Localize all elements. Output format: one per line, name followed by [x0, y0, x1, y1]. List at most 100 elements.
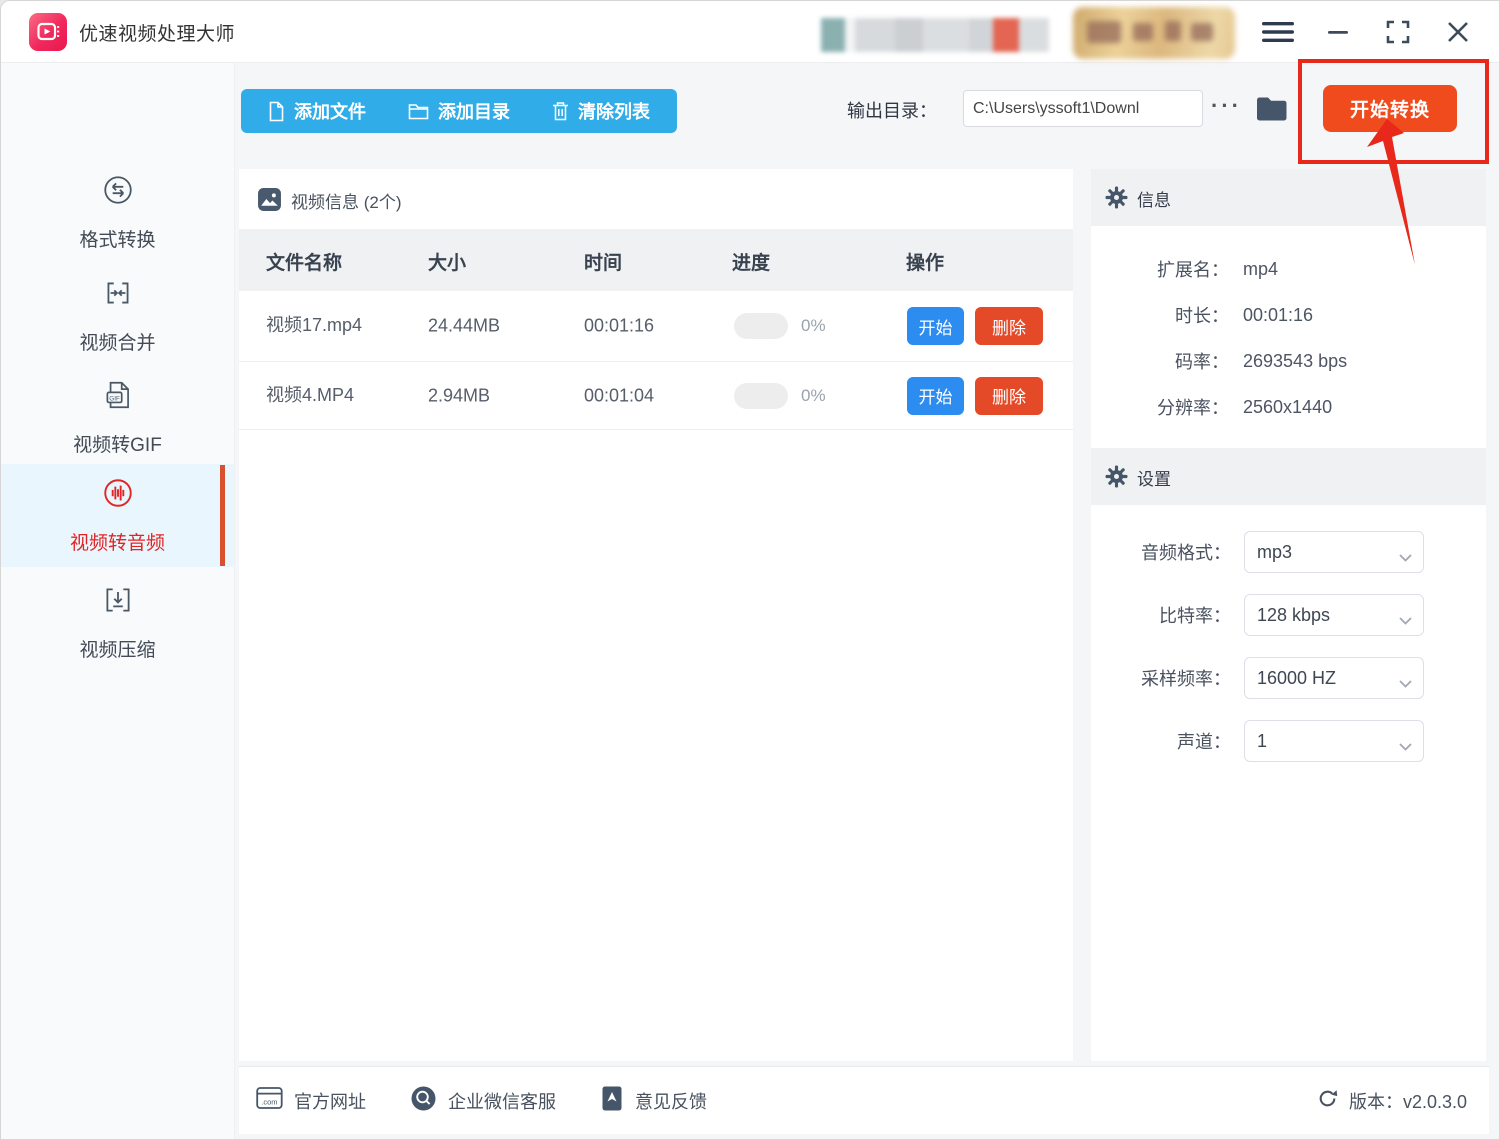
info-field-extension: 扩展名： mp4 — [1091, 251, 1486, 287]
start-convert-button[interactable]: 开始转换 — [1323, 85, 1457, 132]
gear-icon — [1105, 465, 1128, 493]
version-info[interactable]: 版本：v2.0.3.0 — [1316, 1087, 1467, 1115]
chevron-down-icon — [1399, 738, 1412, 756]
video-compress-icon — [101, 583, 135, 622]
video-list-header: 视频信息 (2个) — [239, 169, 1073, 229]
version-label: 版本：v2.0.3.0 — [1349, 1088, 1467, 1114]
info-field-bitrate: 码率： 2693543 bps — [1091, 343, 1486, 379]
maximize-button[interactable] — [1379, 13, 1417, 51]
progress-bar — [734, 313, 788, 339]
row-start-button[interactable]: 开始 — [907, 307, 964, 345]
audio-format-select[interactable]: mp3 — [1244, 531, 1424, 573]
row-start-button[interactable]: 开始 — [907, 377, 964, 415]
app-footer: .com 官方网址 企业微信客服 意见反馈 — [239, 1066, 1489, 1134]
info-field-resolution: 分辨率： 2560x1440 — [1091, 389, 1486, 425]
svg-text:GIF: GIF — [109, 395, 120, 402]
table-row: 视频4.MP4 2.94MB 00:01:04 0% 开始 删除 — [239, 362, 1073, 430]
setting-sample-rate: 采样频率： 16000 HZ — [1091, 657, 1486, 699]
app-window: 优速视频处理大师 — [0, 0, 1500, 1140]
browse-more-button[interactable]: ··· — [1211, 93, 1242, 119]
sidebar-item-video-merge[interactable]: 视频合并 — [1, 266, 234, 364]
sample-rate-select[interactable]: 16000 HZ — [1244, 657, 1424, 699]
feedback-icon — [600, 1085, 624, 1117]
toolbar: 添加文件 添加目录 清除列表 输出目录： ··· — [1, 63, 1500, 169]
trash-icon — [552, 101, 569, 121]
feedback-link[interactable]: 意见反馈 — [600, 1085, 707, 1117]
progress-percent: 0% — [801, 386, 826, 406]
progress-percent: 0% — [801, 316, 826, 336]
website-icon: .com — [256, 1086, 283, 1115]
channels-select[interactable]: 1 — [1244, 720, 1424, 762]
maximize-icon — [1385, 19, 1411, 45]
sidebar: 格式转换 视频合并 GIF 视频转GIF — [1, 63, 235, 1139]
info-field-duration: 时长： 00:01:16 — [1091, 297, 1486, 333]
refresh-icon — [1316, 1087, 1339, 1115]
column-progress: 进度 — [732, 248, 770, 275]
add-directory-button[interactable]: 添加目录 — [387, 89, 531, 133]
video-merge-icon — [101, 276, 135, 315]
sidebar-item-label: 视频合并 — [79, 328, 155, 355]
gear-icon — [1105, 186, 1128, 214]
add-file-button[interactable]: 添加文件 — [247, 89, 387, 133]
hamburger-icon — [1262, 21, 1294, 43]
open-folder-button[interactable] — [1255, 94, 1288, 127]
chevron-down-icon — [1399, 675, 1412, 693]
info-section-header: 信息 — [1091, 169, 1486, 226]
details-panel: 信息 扩展名： mp4 时长： 00:01:16 码率： 2693543 bps… — [1091, 169, 1486, 1061]
titlebar: 优速视频处理大师 — [1, 1, 1499, 63]
sidebar-item-video-to-gif[interactable]: GIF 视频转GIF — [1, 368, 234, 466]
settings-section-header: 设置 — [1091, 448, 1486, 505]
progress-bar — [734, 383, 788, 409]
svg-text:.com: .com — [261, 1098, 277, 1107]
column-filename: 文件名称 — [266, 248, 342, 275]
file-duration: 00:01:04 — [584, 385, 654, 406]
wechat-support-link[interactable]: 企业微信客服 — [410, 1085, 556, 1117]
clear-list-button[interactable]: 清除列表 — [531, 89, 671, 133]
close-button[interactable] — [1439, 13, 1477, 51]
file-name: 视频17.mp4 — [266, 312, 388, 340]
format-convert-icon — [101, 173, 135, 212]
column-size: 大小 — [428, 248, 466, 275]
output-directory-input[interactable] — [963, 90, 1203, 127]
video-to-audio-icon — [101, 476, 135, 515]
video-list-card: 视频信息 (2个) 文件名称 大小 时间 进度 操作 视频17.mp4 24.4… — [239, 169, 1073, 1061]
video-list-title: 视频信息 (2个) — [291, 188, 402, 213]
folder-add-icon — [408, 102, 429, 120]
table-row: 视频17.mp4 24.44MB 00:01:16 0% 开始 删除 — [239, 291, 1073, 362]
redacted-user-badge — [1073, 7, 1235, 59]
table-header-row: 文件名称 大小 时间 进度 操作 — [239, 229, 1073, 291]
redacted-user-info — [821, 18, 1049, 52]
official-website-link[interactable]: .com 官方网址 — [256, 1086, 366, 1115]
sidebar-item-format-convert[interactable]: 格式转换 — [1, 163, 234, 261]
minimize-icon — [1325, 19, 1351, 45]
sidebar-item-video-compress[interactable]: 视频压缩 — [1, 573, 234, 671]
output-directory-label: 输出目录： — [847, 97, 937, 123]
app-logo-icon — [29, 13, 67, 51]
file-size: 24.44MB — [428, 316, 500, 337]
file-add-icon — [268, 101, 285, 122]
close-icon — [1445, 19, 1471, 45]
file-size: 2.94MB — [428, 385, 490, 406]
settings-section-title: 设置 — [1137, 465, 1171, 490]
column-time: 时间 — [584, 248, 622, 275]
app-title: 优速视频处理大师 — [79, 19, 235, 46]
folder-icon — [1255, 94, 1288, 122]
row-delete-button[interactable]: 删除 — [975, 377, 1043, 415]
chevron-down-icon — [1399, 549, 1412, 567]
chevron-down-icon — [1399, 612, 1412, 630]
column-actions: 操作 — [906, 248, 944, 275]
row-delete-button[interactable]: 删除 — [975, 307, 1043, 345]
setting-channels: 声道： 1 — [1091, 720, 1486, 762]
video-to-gif-icon: GIF — [101, 378, 135, 417]
sidebar-item-label: 视频转音频 — [70, 528, 165, 555]
bitrate-select[interactable]: 128 kbps — [1244, 594, 1424, 636]
sidebar-item-label: 视频压缩 — [79, 635, 155, 662]
setting-audio-format: 音频格式： mp3 — [1091, 531, 1486, 573]
minimize-button[interactable] — [1319, 13, 1357, 51]
wechat-support-icon — [410, 1085, 437, 1117]
sidebar-item-video-to-audio[interactable]: 视频转音频 — [1, 464, 234, 567]
info-section-title: 信息 — [1137, 186, 1171, 211]
sidebar-item-label: 格式转换 — [79, 225, 155, 252]
menu-button[interactable] — [1259, 13, 1297, 51]
sidebar-item-label: 视频转GIF — [73, 430, 162, 457]
